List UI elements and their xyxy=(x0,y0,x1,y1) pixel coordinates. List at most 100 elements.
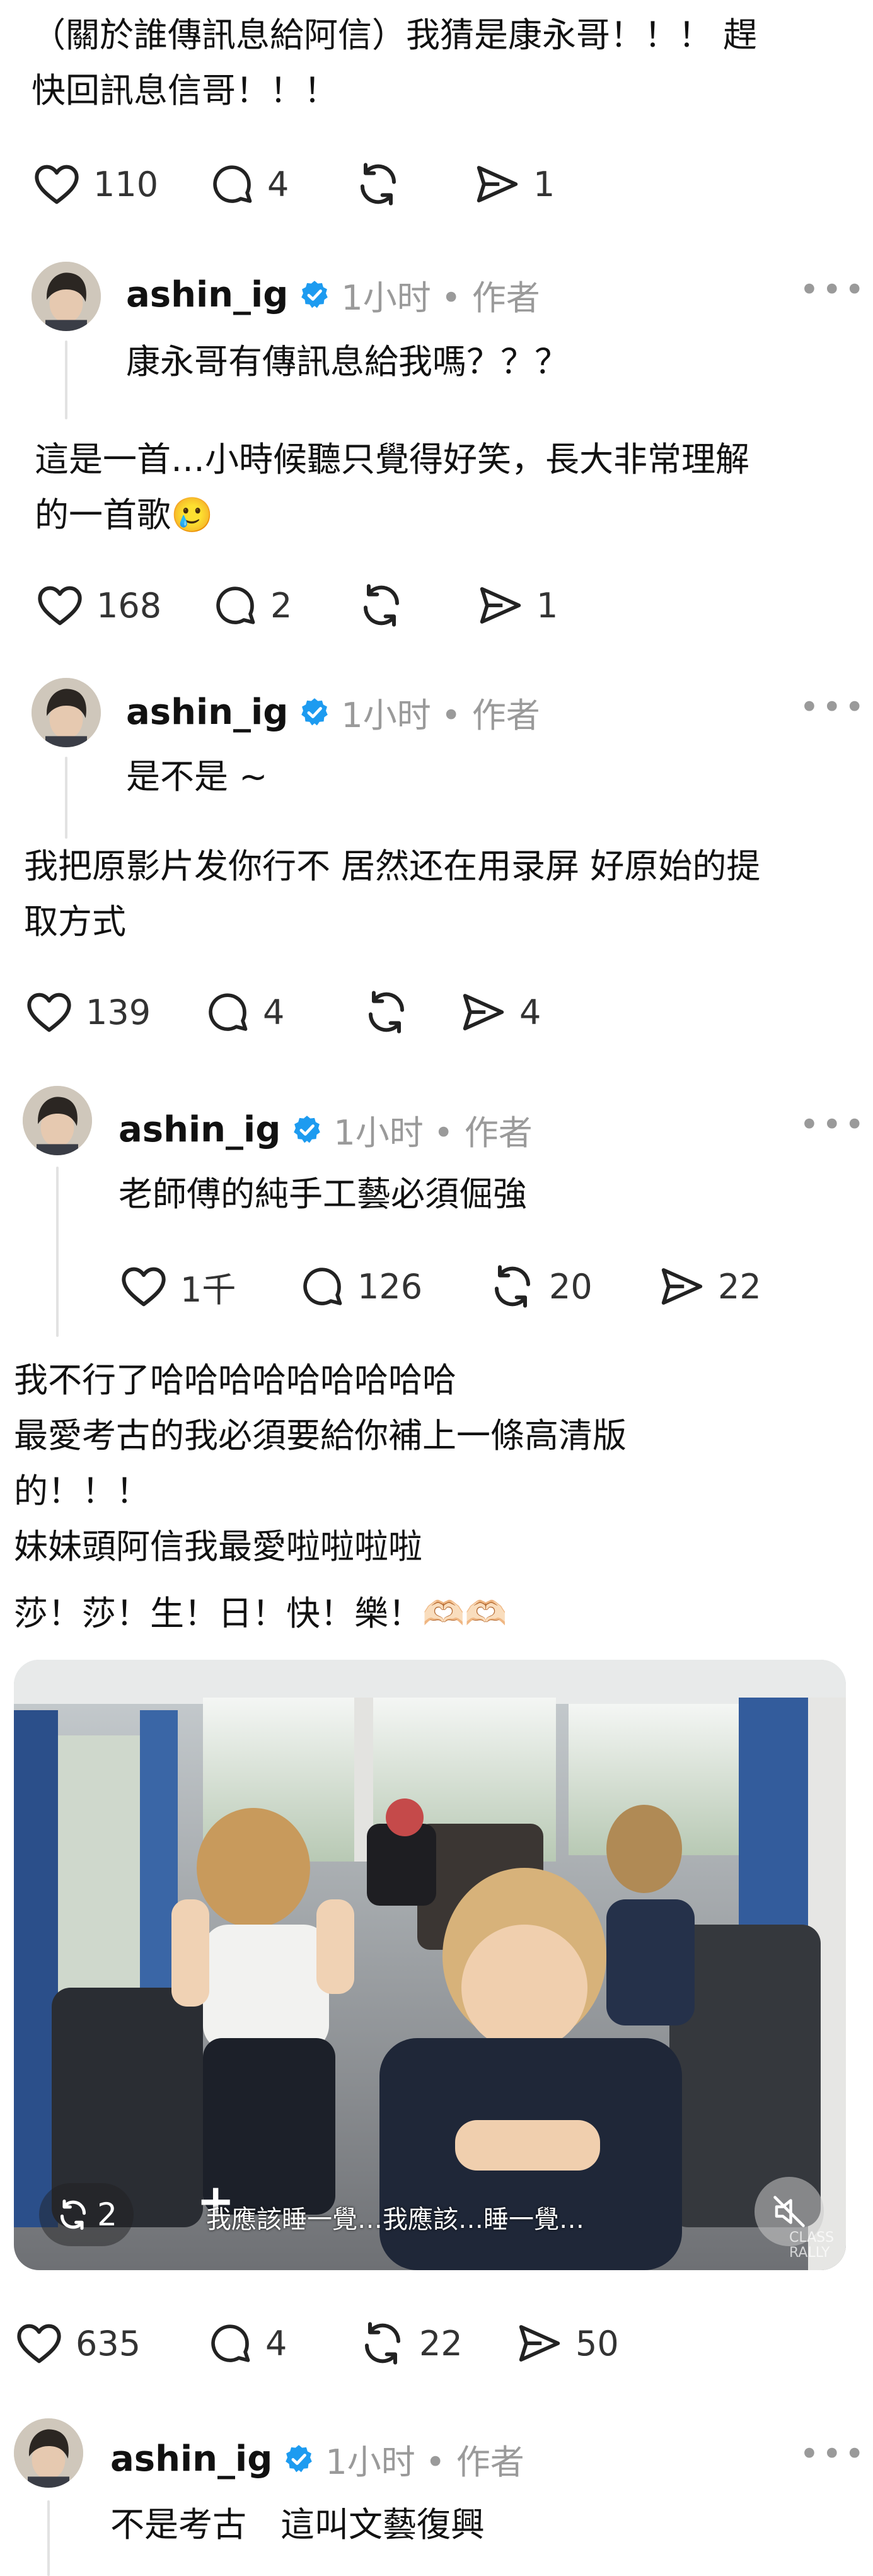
share-button[interactable]: 4 xyxy=(459,988,541,1037)
repost-icon xyxy=(356,580,407,631)
author-name[interactable]: ashin_ig xyxy=(126,274,288,315)
comment-icon xyxy=(211,581,259,629)
comment-button[interactable]: 126 xyxy=(298,1262,487,1310)
heart-icon xyxy=(14,2318,64,2369)
thread-line xyxy=(47,2500,50,2576)
reply-actions: 1千 126 20 22 xyxy=(119,1261,761,1312)
author-name[interactable]: ashin_ig xyxy=(126,692,288,733)
like-button[interactable]: 168 xyxy=(35,580,211,631)
post-actions: 168 2 1 xyxy=(35,580,558,631)
comment-count: 4 xyxy=(265,2323,287,2363)
author-tag: • 作者 xyxy=(441,696,540,735)
share-icon xyxy=(657,1262,707,1311)
comment-button[interactable]: 2 xyxy=(211,581,356,629)
video-repost-badge[interactable]: 2 xyxy=(39,2183,134,2246)
avatar[interactable] xyxy=(14,2418,83,2488)
share-icon xyxy=(459,988,508,1037)
repost-button[interactable]: 22 xyxy=(357,2318,515,2369)
like-button[interactable]: 1千 xyxy=(119,1261,298,1312)
comment-button[interactable]: 4 xyxy=(204,988,361,1036)
post-actions: 139 4 4 xyxy=(24,987,541,1037)
like-button[interactable]: 635 xyxy=(14,2318,206,2369)
comment-icon xyxy=(298,1262,346,1310)
verified-icon xyxy=(298,696,331,729)
share-count: 1 xyxy=(536,585,558,626)
more-icon[interactable]: ••• xyxy=(799,687,867,727)
post-text-line: 莎！莎！生！日！快！樂！🫶🏻🫶🏻 xyxy=(14,1594,507,1633)
repost-icon xyxy=(361,987,412,1037)
comment-icon xyxy=(208,160,256,208)
avatar[interactable] xyxy=(32,262,101,331)
heart-icon xyxy=(119,1261,169,1312)
avatar-image xyxy=(14,2418,83,2488)
reply-text: 老師傅的純手工藝必須倔強 xyxy=(119,1174,527,1214)
author-name[interactable]: ashin_ig xyxy=(110,2439,272,2480)
verified-icon xyxy=(298,279,331,312)
comment-icon xyxy=(204,988,251,1036)
share-button[interactable]: 22 xyxy=(657,1262,761,1311)
comment-button[interactable]: 4 xyxy=(208,160,353,208)
repost-button[interactable]: 20 xyxy=(487,1261,657,1312)
repost-icon xyxy=(353,159,403,209)
timestamp: 1小时 xyxy=(341,278,431,318)
repost-button[interactable] xyxy=(361,987,459,1037)
comment-icon xyxy=(206,2319,254,2367)
post-text: （關於誰傳訊息給阿信）我猜是康永哥！！！ 趕 快回訊息信哥！！！ xyxy=(32,15,758,110)
timestamp: 1小时 xyxy=(341,696,431,735)
share-button[interactable]: 1 xyxy=(473,160,555,209)
reply-header: ashin_ig 1小时 • 作者 xyxy=(126,270,540,320)
repost-button[interactable] xyxy=(353,159,473,209)
comment-count: 2 xyxy=(270,585,292,626)
reply-text: 是不是 ~ xyxy=(126,757,268,796)
repost-button[interactable] xyxy=(356,580,476,631)
comment-count: 4 xyxy=(267,164,289,204)
share-button[interactable]: 1 xyxy=(476,581,558,630)
like-count: 139 xyxy=(86,992,151,1032)
post-text: 我把原影片发你行不 居然还在用录屏 好原始的提 取方式 xyxy=(24,846,761,941)
reply-header: ashin_ig 1小时 • 作者 xyxy=(126,687,540,737)
author-tag: • 作者 xyxy=(441,278,540,318)
avatar-image xyxy=(32,262,101,331)
thread-line xyxy=(65,757,67,839)
post-text: 我不行了哈哈哈哈哈哈哈哈哈 最愛考古的我必須要給你補上一條高清版 的！！！ 妹妹… xyxy=(14,1360,627,1566)
share-icon xyxy=(476,581,525,630)
repost-icon xyxy=(487,1261,538,1312)
video-frame xyxy=(14,1660,846,2270)
like-button[interactable]: 139 xyxy=(24,987,204,1037)
reply-header: ashin_ig 1小时 • 作者 xyxy=(119,1105,533,1155)
heart-icon xyxy=(32,159,82,209)
timestamp: 1小时 xyxy=(325,2442,415,2482)
avatar-image xyxy=(32,678,101,747)
heart-icon xyxy=(24,987,74,1037)
author-tag: • 作者 xyxy=(433,1113,533,1153)
share-icon xyxy=(473,160,522,209)
like-button[interactable]: 110 xyxy=(32,159,208,209)
thread-line xyxy=(56,1167,59,1337)
reply-text: 不是考古 這叫文藝復興 xyxy=(110,2505,485,2544)
avatar[interactable] xyxy=(23,1086,92,1155)
reply-text: 康永哥有傳訊息給我嗎？？？ xyxy=(126,342,569,382)
video-player[interactable]: 2 + 我應該睡一覺…我應該…睡一覺… CLASS RALLY xyxy=(14,1660,846,2270)
comment-button[interactable]: 4 xyxy=(206,2319,357,2367)
share-icon xyxy=(515,2319,564,2368)
like-count: 1千 xyxy=(180,1269,236,1310)
crying-emoji: 🥲 xyxy=(171,495,214,535)
more-icon[interactable]: ••• xyxy=(799,270,867,310)
video-repost-count: 2 xyxy=(97,2196,117,2233)
more-icon[interactable]: ••• xyxy=(799,1105,867,1145)
share-count: 50 xyxy=(575,2323,619,2363)
share-button[interactable]: 50 xyxy=(515,2319,619,2368)
more-icon[interactable]: ••• xyxy=(799,2434,867,2474)
like-count: 110 xyxy=(93,164,159,204)
author-name[interactable]: ashin_ig xyxy=(119,1109,280,1150)
post-actions: 110 4 1 xyxy=(32,159,555,209)
verified-icon xyxy=(282,2443,315,2476)
avatar[interactable] xyxy=(32,678,101,747)
thread-line xyxy=(65,341,67,419)
reply-header: ashin_ig 1小时 • 作者 xyxy=(110,2434,524,2484)
avatar-image xyxy=(23,1086,92,1155)
share-count: 4 xyxy=(519,992,541,1032)
post-actions: 635 4 22 50 xyxy=(14,2318,619,2369)
repost-count: 22 xyxy=(419,2323,463,2363)
share-count: 22 xyxy=(718,1266,761,1307)
